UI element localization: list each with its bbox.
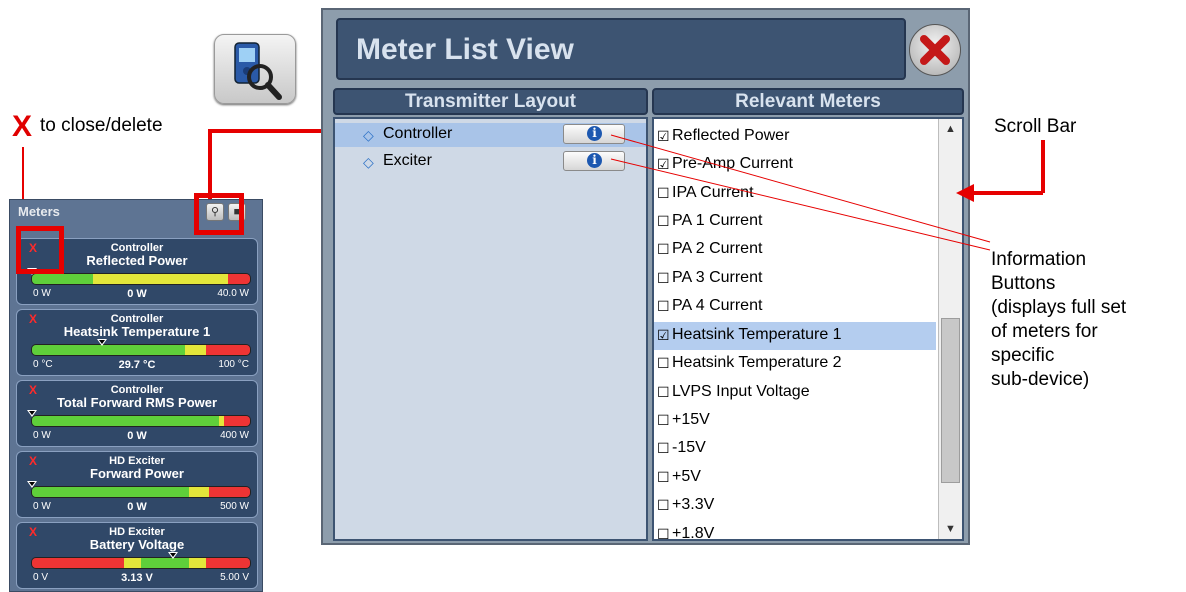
scroll-bar-label: Scroll Bar xyxy=(994,116,1077,137)
info-leader-controller xyxy=(610,134,991,243)
info-buttons-label: Information Buttons (displays full set o… xyxy=(991,248,1126,392)
scroll-callout-arrowhead xyxy=(956,184,974,202)
info-label-line: Information xyxy=(991,249,1087,270)
info-label-line: of meters for xyxy=(991,321,1098,342)
info-label-line: (displays full set xyxy=(991,297,1127,318)
info-label-line: Buttons xyxy=(991,273,1056,294)
info-label-line: specific xyxy=(991,345,1055,366)
info-leader-exciter xyxy=(610,158,991,251)
info-label-line: sub-device) xyxy=(991,369,1090,390)
